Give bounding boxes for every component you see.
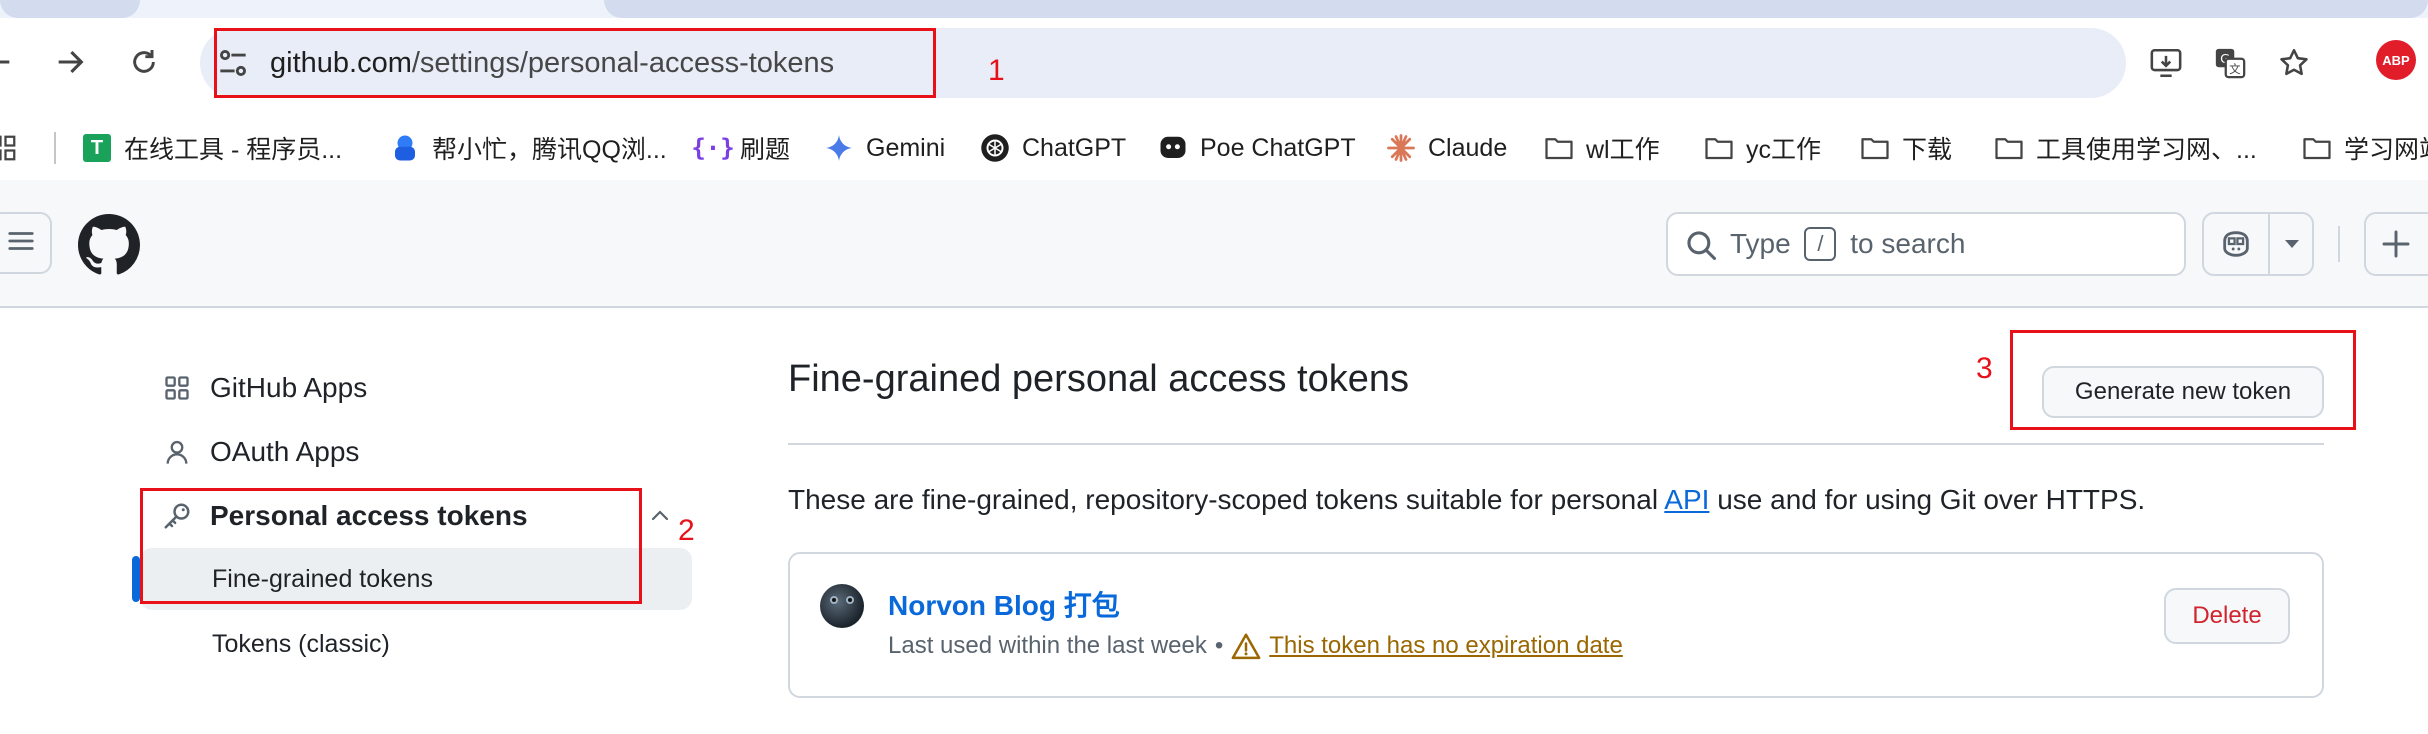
description-part: use and for using Git over HTTPS. [1709,484,2146,515]
annotation-box-1 [214,28,936,98]
hamburger-icon [6,226,36,261]
annotation-box-2 [140,488,642,604]
reload-icon[interactable] [122,40,166,84]
bookmark-label: 工具使用学习网、... [2036,136,2257,164]
bookmark-item[interactable]: {·} 刷题 [691,116,791,180]
bookmark-label: Poe ChatGPT [1200,133,1356,162]
search-placeholder: Type / to search [1730,214,1965,274]
translate-icon[interactable]: G文 [2212,45,2248,81]
description-part: These are fine-grained, repository-scope… [788,484,1665,515]
bookmark-label: 刷题 [740,136,791,164]
copilot-icon[interactable] [2204,214,2268,274]
alert-triangle-icon [1231,632,1261,660]
bookmark-label: ChatGPT [1022,133,1127,162]
bookmark-label: Claude [1428,133,1508,162]
search-input[interactable]: Type / to search [1666,212,2186,276]
search-prefix: Type [1730,228,1791,259]
slash-key-hint: / [1804,226,1837,261]
bookmark-folder[interactable]: wl工作 [1544,116,1660,180]
chatgpt-icon [980,133,1010,163]
bookmark-label: 在线工具 - 程序员... [124,136,343,164]
bookmark-label: 学习网站 [2344,136,2428,164]
header-divider [2338,226,2340,262]
sidebar-item-github-apps[interactable]: GitHub Apps [162,362,367,414]
claude-icon [1386,133,1416,163]
bookmark-divider [54,132,56,164]
token-list-item: Norvon Blog 打包 Last used within the last… [788,552,2324,698]
gemini-icon [824,133,854,163]
bookmark-label: 帮小忙，腾讯QQ浏... [432,136,667,164]
bookmark-label: wl工作 [1586,136,1660,164]
code-practice-icon: {·} [691,134,735,162]
chevron-down-icon[interactable] [2270,214,2314,274]
sidebar-item-label: GitHub Apps [210,372,368,403]
token-meta: Last used within the last week • This to… [888,632,1623,660]
annotation-label-3: 3 [1976,352,1993,385]
github-logo-icon[interactable] [78,214,140,276]
token-last-used: Last used within the last week [888,632,1207,659]
apps-icon [162,373,192,403]
chevron-up-icon[interactable] [648,504,672,528]
sidebar-item-label: OAuth Apps [210,436,360,467]
bookmark-item[interactable]: 帮小忙，腾讯QQ浏... [390,116,667,180]
install-app-icon[interactable] [2148,45,2184,81]
svg-text:文: 文 [2229,62,2240,76]
apps-grid-icon[interactable] [0,116,18,180]
folder-icon [1704,133,1734,163]
qq-helper-icon [390,133,420,163]
selected-indicator [132,556,140,602]
bookmark-item[interactable]: ChatGPT [980,116,1126,180]
sidebar-item-oauth-apps[interactable]: OAuth Apps [162,426,359,478]
avatar [820,584,864,628]
divider [788,443,2324,445]
expiration-warning-link[interactable]: This token has no expiration date [1269,632,1623,660]
page-title: Fine-grained personal access tokens [788,358,1410,400]
meta-separator: • [1214,632,1224,659]
bookmark-item[interactable]: Poe ChatGPT [1158,116,1356,180]
api-link[interactable]: API [1664,484,1709,515]
bookmark-item[interactable]: Gemini [824,116,945,180]
annotation-box-3 [2010,330,2356,430]
bookmark-folder[interactable]: 学习网站 [2302,116,2428,180]
bookmark-star-icon[interactable] [2276,45,2312,81]
github-header: Type / to search [0,180,2428,308]
bookmark-folder[interactable]: 下载 [1860,116,1952,180]
browser-tab[interactable] [604,0,2428,18]
sidebar-item-label: Tokens (classic) [212,630,390,658]
annotation-label-1: 1 [988,54,1005,87]
bookmark-folder[interactable]: yc工作 [1704,116,1821,180]
bookmark-item[interactable]: T 在线工具 - 程序员... [82,116,342,180]
search-suffix: to search [1850,228,1966,259]
tool-site-icon: T [82,133,112,163]
browser-tab[interactable] [0,0,140,18]
sidebar-item-tokens-classic[interactable]: Tokens (classic) [212,614,390,674]
bookmark-label: yc工作 [1746,136,1822,164]
bookmark-label: Gemini [866,133,946,162]
folder-icon [1860,133,1890,163]
create-new-button[interactable] [2364,212,2428,276]
adblock-extension-icon[interactable]: ABP [2376,40,2416,80]
back-icon[interactable] [0,40,20,84]
bookmark-folder[interactable]: 工具使用学习网、... [1994,116,2257,180]
token-name-link[interactable]: Norvon Blog 打包 [888,584,1120,624]
copilot-button-group [2202,212,2314,276]
search-icon [1684,228,1718,262]
delete-token-button[interactable]: Delete [2164,588,2290,644]
forward-icon[interactable] [48,40,92,84]
bookmark-label: 下载 [1902,136,1953,164]
plus-icon [2380,228,2412,265]
folder-icon [2302,133,2332,163]
person-icon [162,437,192,467]
bookmarks-bar: T 在线工具 - 程序员... 帮小忙，腾讯QQ浏... {·} 刷题 Gemi… [0,116,2428,180]
hamburger-menu-button[interactable] [0,212,52,274]
description-text: These are fine-grained, repository-scope… [788,480,2145,520]
poe-icon [1158,133,1188,163]
folder-icon [1994,133,2024,163]
folder-icon [1544,133,1574,163]
bookmark-item[interactable]: Claude [1386,116,1507,180]
annotation-label-2: 2 [678,514,695,547]
